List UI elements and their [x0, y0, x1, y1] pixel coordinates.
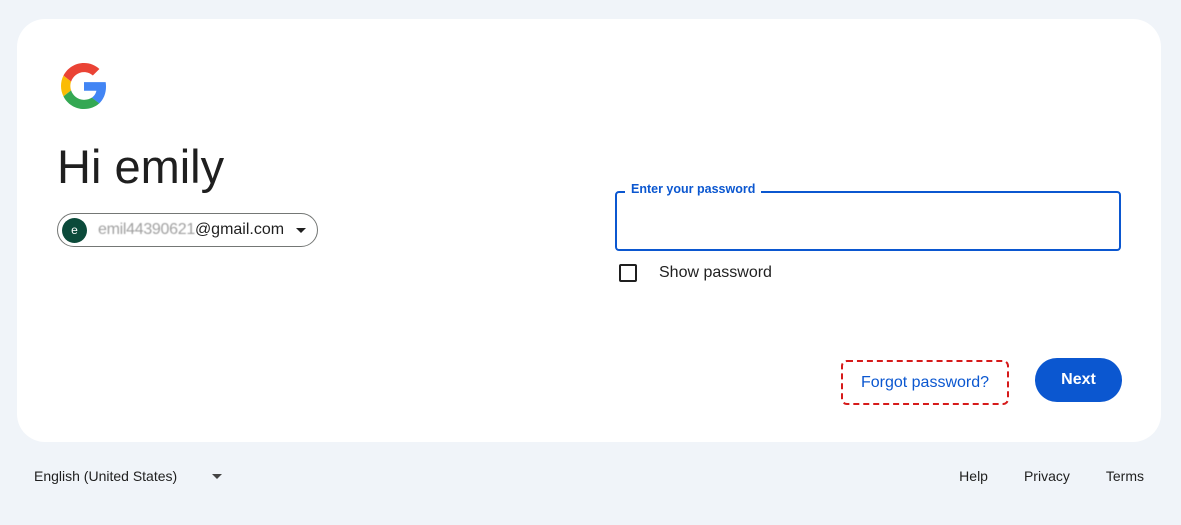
- language-selector[interactable]: English (United States): [34, 468, 223, 484]
- password-field-label: Enter your password: [625, 182, 762, 196]
- google-logo-icon: [61, 63, 107, 109]
- avatar: e: [62, 217, 87, 243]
- help-link[interactable]: Help: [959, 468, 988, 484]
- account-email: emil44390621@gmail.com: [98, 221, 284, 239]
- caret-down-icon: [212, 473, 223, 479]
- forgot-password-button[interactable]: Forgot password?: [861, 374, 989, 392]
- terms-link[interactable]: Terms: [1106, 468, 1144, 484]
- greeting-heading: Hi emily: [57, 140, 225, 193]
- footer-links: Help Privacy Terms: [923, 468, 1144, 484]
- privacy-link[interactable]: Privacy: [1024, 468, 1070, 484]
- account-chip[interactable]: e emil44390621@gmail.com: [57, 213, 318, 247]
- footer: English (United States) Help Privacy Ter…: [0, 462, 1181, 492]
- next-button[interactable]: Next: [1035, 358, 1122, 402]
- account-email-domain: @gmail.com: [194, 221, 285, 238]
- signin-card: Hi emily e emil44390621@gmail.com Enter …: [17, 19, 1161, 442]
- account-email-user: emil44390621: [98, 221, 195, 238]
- show-password-toggle[interactable]: Show password: [619, 264, 772, 282]
- password-input[interactable]: [617, 193, 1119, 249]
- language-label: English (United States): [34, 468, 178, 484]
- forgot-password-highlight: Forgot password?: [841, 360, 1009, 405]
- caret-down-icon: [296, 227, 307, 233]
- show-password-checkbox[interactable]: [619, 264, 637, 282]
- password-field: Enter your password: [615, 182, 1121, 251]
- show-password-label: Show password: [659, 264, 772, 281]
